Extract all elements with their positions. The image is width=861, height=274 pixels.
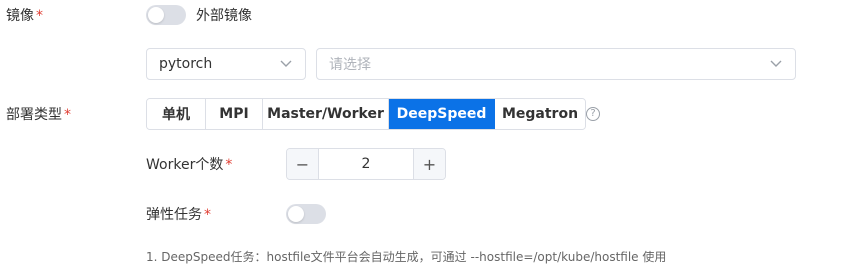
deepspeed-hostfile-note: 1. DeepSpeed任务：hostfile文件平台会自动生成，可通过 --h… [146, 250, 667, 264]
required-mark: * [64, 107, 71, 123]
toggle-knob [148, 7, 164, 23]
image-label-text: 镜像 [6, 8, 34, 24]
chevron-down-icon [769, 57, 783, 71]
deploy-option-single[interactable]: 单机 [147, 99, 206, 129]
image-label: 镜像 * [6, 6, 43, 26]
required-mark: * [36, 8, 43, 24]
elastic-task-label-text: 弹性任务 [146, 207, 202, 223]
deploy-option-deepspeed[interactable]: DeepSpeed [389, 99, 495, 129]
worker-count-stepper: − 2 + [286, 148, 446, 180]
framework-select-value: pytorch [159, 56, 213, 72]
required-mark: * [225, 157, 233, 173]
elastic-task-label: 弹性任务 * [146, 205, 211, 225]
increment-button[interactable]: + [413, 149, 445, 179]
deploy-type-segmented: 单机 MPI Master/Worker DeepSpeed Megatron [146, 98, 586, 130]
worker-count-label: Worker个数 * [146, 155, 232, 175]
help-icon[interactable]: ? [586, 107, 600, 121]
chevron-down-icon [279, 57, 293, 71]
image-version-placeholder: 请选择 [329, 57, 371, 73]
required-mark: * [204, 207, 211, 223]
deploy-option-mpi[interactable]: MPI [206, 99, 263, 129]
deploy-type-label: 部署类型 * [6, 105, 71, 125]
worker-count-label-text: Worker个数 [146, 157, 224, 173]
deploy-option-megatron[interactable]: Megatron [495, 99, 585, 129]
framework-select[interactable]: pytorch [146, 48, 306, 80]
external-image-toggle[interactable] [146, 5, 186, 25]
deploy-option-master-worker[interactable]: Master/Worker [263, 99, 389, 129]
decrement-button[interactable]: − [287, 149, 319, 179]
external-image-label: 外部镜像 [196, 8, 252, 24]
toggle-knob [288, 206, 304, 222]
elastic-task-toggle[interactable] [286, 204, 326, 224]
image-version-select[interactable]: 请选择 [316, 48, 796, 80]
deploy-type-label-text: 部署类型 [6, 107, 62, 123]
worker-count-input[interactable]: 2 [319, 149, 413, 179]
